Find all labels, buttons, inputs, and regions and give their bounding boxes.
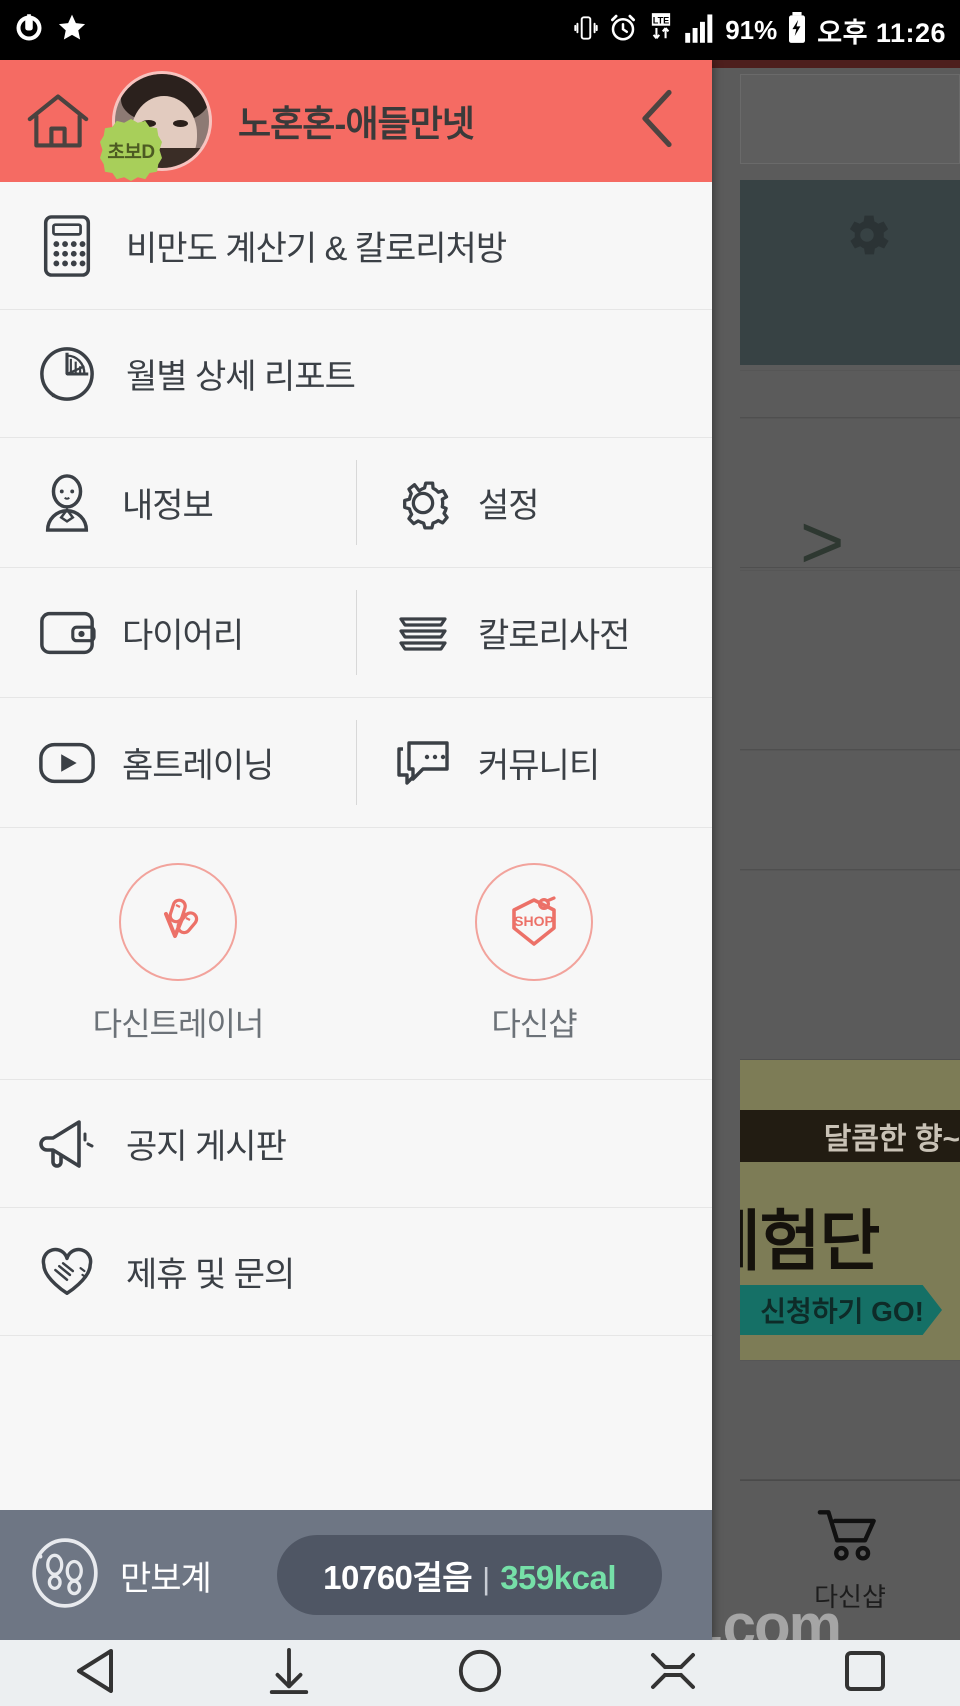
promo-label: 다신트레이너 (92, 1005, 265, 1042)
shop-tag-icon: SHOP (475, 862, 593, 981)
menu-label: 설정 (478, 487, 540, 525)
signal-icon (684, 13, 716, 48)
menu-item-my-info[interactable]: 내정보 (0, 438, 356, 567)
promo-label: 다신샵 (491, 1005, 577, 1042)
person-icon (30, 473, 104, 532)
ad-cta-button[interactable]: 신청하기 GO! (740, 1285, 942, 1335)
status-bar-right-icons: LTE 91% 오후 11:26 (573, 11, 946, 50)
svg-text:LTE: LTE (653, 15, 670, 25)
download-arrow-icon[interactable] (267, 1647, 311, 1699)
menu-row-training-community: 홈트레이닝 커뮤니티 (0, 698, 712, 828)
background-tab-shop[interactable]: 다신샵 (740, 1480, 960, 1640)
menu-item-community[interactable]: 커뮤니티 (356, 698, 712, 827)
pedometer-bar[interactable]: 만보계 10760걸음 | 359kcal (0, 1510, 712, 1640)
menu-label: 홈트레이닝 (122, 747, 274, 785)
menu-label: 제휴 및 문의 (126, 1256, 295, 1294)
dumbbell-trainer-icon (119, 862, 237, 981)
menu-row-diary-dictionary: 다이어리 칼로리사전 (0, 568, 712, 698)
collapse-icon[interactable] (649, 1650, 697, 1697)
menu-item-home-training[interactable]: 홈트레이닝 (0, 698, 356, 827)
ad-tagline: 달콤한 향~ (740, 1110, 960, 1162)
wallet-icon (30, 609, 104, 657)
alarm-icon (608, 13, 638, 48)
vibrate-icon (573, 13, 599, 48)
phone-screen: LTE 91% 오후 11:26 > 달콤한 향~ 체험단 (0, 0, 960, 1706)
pedometer-steps: 10760걸음 (323, 1559, 473, 1596)
menu-label: 공지 게시판 (126, 1128, 287, 1166)
menu-label: 비만도 계산기 & 칼로리처방 (126, 230, 507, 268)
promo-row: 다신트레이너 SHOP 다신샵 (0, 828, 712, 1080)
background-card (740, 74, 960, 164)
drawer-header: 초보D 노혼혼-애들만넷 (0, 60, 712, 182)
home-icon[interactable] (26, 90, 90, 152)
menu-item-diary[interactable]: 다이어리 (0, 568, 356, 697)
megaphone-icon (30, 1116, 104, 1172)
handshake-heart-icon (30, 1246, 104, 1298)
android-nav-bar[interactable] (0, 1640, 960, 1706)
battery-percent-label: 91% (725, 14, 778, 45)
avatar[interactable]: 초보D (100, 71, 212, 181)
home-circle-icon[interactable] (457, 1648, 503, 1699)
level-badge-label: 초보D (107, 141, 155, 163)
background-tab-label: 다신샵 (814, 1581, 886, 1612)
star-icon (56, 12, 88, 49)
navigation-drawer[interactable]: 초보D 노혼혼-애들만넷 비만도 계산기 & 칼로리처방 월별 상세 리포트 내… (0, 60, 712, 1640)
menu-item-notice-board[interactable]: 공지 게시판 (0, 1080, 712, 1208)
svg-text:SHOP: SHOP (514, 913, 554, 929)
usb-icon (14, 13, 44, 48)
menu-item-bmi-calculator[interactable]: 비만도 계산기 & 칼로리처방 (0, 182, 712, 310)
lte-icon: LTE (647, 12, 675, 49)
menu-item-calorie-dictionary[interactable]: 칼로리사전 (356, 568, 712, 697)
gear-icon[interactable] (840, 208, 894, 267)
play-video-icon (30, 741, 104, 785)
promo-item-trainer[interactable]: 다신트레이너 (0, 862, 356, 1045)
menu-label: 내정보 (122, 487, 214, 525)
clock-label: 오후 11:26 (817, 17, 946, 48)
menu-label: 칼로리사전 (478, 617, 630, 655)
menu-label: 다이어리 (122, 617, 244, 655)
menu-item-settings[interactable]: 설정 (356, 438, 712, 567)
background-teal-panel (740, 180, 960, 365)
menu-label: 월별 상세 리포트 (126, 358, 356, 396)
pie-chart-icon (30, 345, 104, 403)
pedometer-calories: 359kcal (500, 1559, 616, 1596)
promo-item-shop[interactable]: SHOP 다신샵 (356, 862, 712, 1045)
pedometer-label: 만보계 (120, 1559, 212, 1598)
level-badge: 초보D (100, 119, 162, 181)
drawer-menu-list[interactable]: 비만도 계산기 & 칼로리처방 월별 상세 리포트 내정보 설정 다이어리 칼로… (0, 182, 712, 1510)
back-triangle-icon[interactable] (73, 1648, 121, 1698)
recents-square-icon[interactable] (843, 1649, 887, 1698)
status-bar: LTE 91% 오후 11:26 (0, 0, 960, 60)
cart-icon (816, 1508, 884, 1569)
gear-icon (386, 476, 460, 530)
background-ad-banner[interactable]: 달콤한 향~ 체험단 신청하기 GO! (740, 1060, 960, 1360)
ad-headline: 체험단 (740, 1204, 880, 1278)
menu-item-monthly-report[interactable]: 월별 상세 리포트 (0, 310, 712, 438)
user-name-label: 노혼혼-애들만넷 (238, 103, 475, 144)
calculator-icon (30, 214, 104, 277)
pedometer-separator: | (482, 1561, 491, 1596)
status-bar-left-icons (14, 12, 88, 49)
chat-bubble-icon (386, 739, 460, 787)
footprints-icon (28, 1536, 102, 1615)
menu-label: 커뮤니티 (478, 747, 600, 785)
pedometer-stats-pill[interactable]: 10760걸음 | 359kcal (277, 1535, 662, 1615)
battery-charging-icon (786, 11, 808, 49)
menu-item-partnership-inquiry[interactable]: 제휴 및 문의 (0, 1208, 712, 1336)
book-stack-icon (386, 611, 460, 655)
chevron-left-icon[interactable] (636, 87, 678, 156)
menu-row-profile-settings: 내정보 설정 (0, 438, 712, 568)
